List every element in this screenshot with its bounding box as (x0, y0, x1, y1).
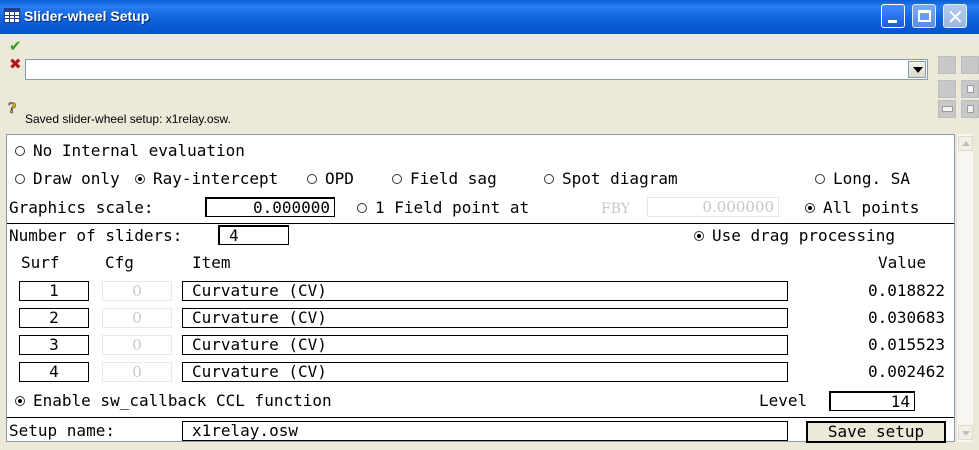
minimize-icon (888, 20, 897, 23)
item-input[interactable]: Curvature (CV) (182, 308, 788, 328)
surf-input[interactable]: 2 (19, 308, 89, 328)
toolbar-button-c[interactable] (938, 80, 956, 98)
setup-name-input[interactable]: x1relay.osw (182, 421, 788, 441)
command-input[interactable] (25, 59, 928, 80)
level-label: Level (759, 391, 808, 410)
radio-icon (544, 173, 554, 184)
item-input[interactable]: Curvature (CV) (182, 335, 788, 355)
graphics-scale-input[interactable]: 0.000000 (205, 197, 335, 217)
radio-selected-icon (135, 173, 145, 184)
graphics-scale-label: Graphics scale: (9, 198, 154, 217)
column-header-cfg: Cfg (105, 253, 134, 272)
cfg-input[interactable]: 0 (102, 362, 172, 382)
paste-icon (967, 105, 974, 113)
opd-option[interactable]: OPD (307, 169, 354, 189)
close-icon: ✕ (947, 5, 964, 29)
divider (7, 223, 954, 224)
chevron-down-icon (962, 431, 970, 436)
slider-value: 0.030683 (867, 308, 945, 327)
keyboard-button[interactable] (938, 100, 956, 118)
slider-wheel-setup-window: Slider-wheel Setup ✕ ✔ ✖ ? Saved slider-… (0, 0, 979, 450)
column-header-item: Item (192, 253, 231, 272)
draw-only-option[interactable]: Draw only (15, 169, 120, 189)
radio-icon (15, 173, 25, 184)
level-input[interactable]: 14 (829, 391, 915, 411)
use-drag-processing-option[interactable]: Use drag processing (694, 226, 895, 246)
radio-icon (15, 145, 25, 156)
paste-button[interactable] (961, 100, 979, 118)
radio-icon (357, 202, 367, 213)
spot-diagram-option[interactable]: Spot diagram (544, 169, 678, 189)
radio-icon (307, 173, 317, 184)
scroll-up-button[interactable] (958, 136, 973, 151)
slider-value: 0.015523 (867, 335, 945, 354)
checkmark-icon[interactable]: ✔ (9, 38, 22, 54)
setup-panel: No Internal evaluation Draw only Ray-int… (6, 134, 955, 443)
radio-icon (815, 173, 825, 184)
number-of-sliders-label: Number of sliders: (9, 226, 183, 245)
keyboard-icon (942, 106, 953, 112)
maximize-icon (918, 10, 931, 22)
surf-input[interactable]: 4 (19, 362, 89, 382)
close-button[interactable]: ✕ (943, 4, 967, 29)
cfg-input[interactable]: 0 (102, 308, 172, 328)
toolbar-button-a[interactable] (938, 56, 956, 74)
fby-label: FBY (601, 201, 630, 217)
ray-intercept-option[interactable]: Ray-intercept (135, 169, 278, 189)
save-setup-button[interactable]: Save setup (806, 421, 946, 443)
radio-icon (392, 173, 402, 184)
chevron-up-icon (962, 141, 970, 146)
title-bar[interactable]: Slider-wheel Setup ✕ (0, 0, 979, 34)
slider-value: 0.018822 (867, 281, 945, 300)
chevron-down-icon (913, 67, 923, 73)
minimize-button[interactable] (881, 4, 905, 28)
table-window-icon (4, 8, 20, 23)
field-sag-option[interactable]: Field sag (392, 169, 497, 189)
surf-input[interactable]: 3 (19, 335, 89, 355)
toolbar-button-b[interactable] (961, 56, 979, 74)
enable-callback-option[interactable]: Enable sw_callback CCL function (15, 391, 332, 411)
scroll-down-button[interactable] (958, 425, 973, 440)
help-question-icon[interactable]: ? (8, 102, 17, 117)
radio-selected-icon (805, 202, 815, 213)
copy-button[interactable] (961, 80, 979, 98)
cfg-input[interactable]: 0 (102, 335, 172, 355)
radio-selected-icon (15, 395, 25, 406)
maximize-button[interactable] (912, 4, 936, 28)
item-input[interactable]: Curvature (CV) (182, 362, 788, 382)
fby-input[interactable]: 0.000000 (647, 197, 779, 217)
cfg-input[interactable]: 0 (102, 281, 172, 301)
number-of-sliders-input[interactable]: 4 (218, 225, 289, 245)
column-header-surf: Surf (21, 253, 60, 272)
long-sa-option[interactable]: Long. SA (815, 169, 910, 189)
vertical-scrollbar[interactable] (956, 134, 973, 442)
status-message: Saved slider-wheel setup: x1relay.osw. (25, 112, 231, 126)
all-points-option[interactable]: All points (805, 198, 919, 218)
no-internal-eval-option[interactable]: No Internal evaluation (15, 141, 245, 161)
item-input[interactable]: Curvature (CV) (182, 281, 788, 301)
divider (7, 417, 954, 418)
column-header-value: Value (878, 253, 927, 272)
window-title: Slider-wheel Setup (24, 8, 150, 24)
slider-value: 0.002462 (867, 362, 945, 381)
setup-name-label: Setup name: (9, 421, 115, 440)
radio-selected-icon (694, 230, 704, 241)
x-icon[interactable]: ✖ (9, 56, 22, 72)
command-dropdown-button[interactable] (908, 61, 926, 78)
surf-input[interactable]: 1 (19, 281, 89, 301)
copy-icon (967, 85, 974, 93)
one-field-point-option[interactable]: 1 Field point at (357, 198, 529, 218)
